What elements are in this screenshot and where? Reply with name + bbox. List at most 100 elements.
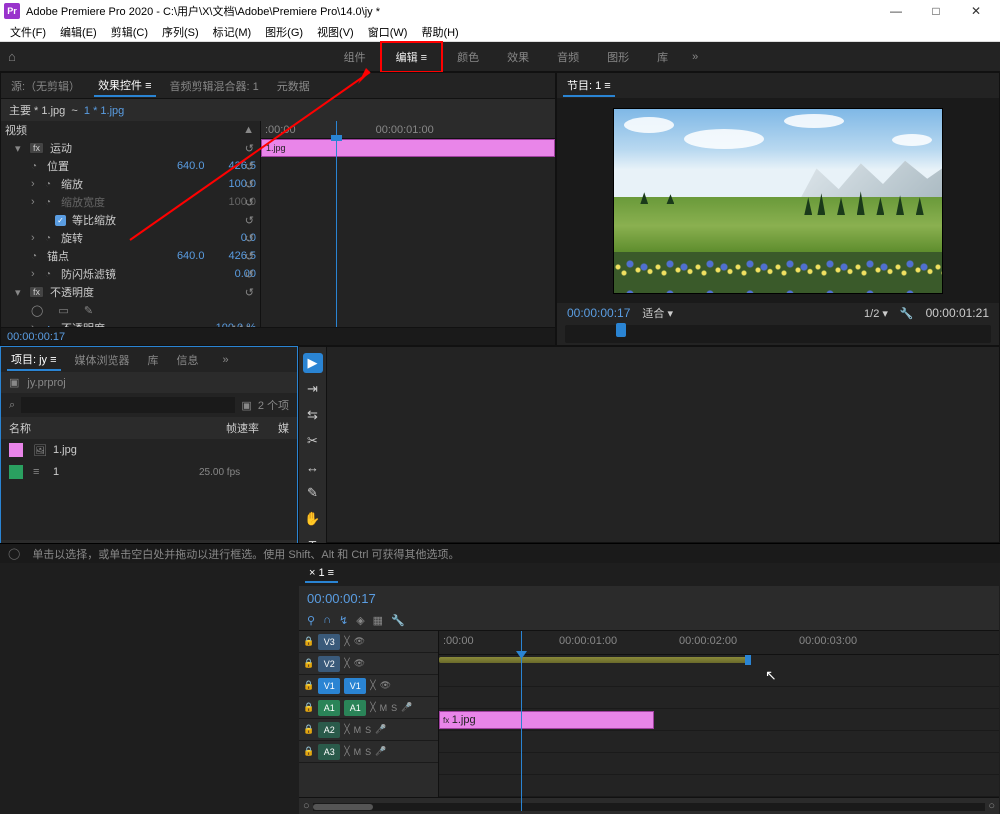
maximize-button[interactable]: □ — [916, 4, 956, 18]
menu-graphics[interactable]: 图形(G) — [261, 24, 307, 40]
hand-tool[interactable]: ✋ — [303, 509, 323, 529]
track-source-v1[interactable]: V1 — [344, 678, 366, 694]
eye-icon[interactable]: 👁 — [380, 680, 391, 691]
tab-sequence[interactable]: × 1 ≡ — [305, 565, 338, 583]
eye-icon[interactable]: 👁 — [354, 636, 365, 647]
magnet-icon[interactable]: ∩ — [323, 614, 331, 626]
timeline-timecode[interactable]: 00:00:00:17 — [307, 591, 376, 606]
lock-icon[interactable]: 🔒 — [303, 680, 314, 691]
zoom-out-icon[interactable]: ○ — [303, 800, 313, 812]
tab-metadata[interactable]: 元数据 — [273, 76, 314, 96]
menu-help[interactable]: 帮助(H) — [417, 24, 462, 40]
track-target-a3[interactable]: A3 — [318, 744, 340, 760]
track-v2-area[interactable] — [439, 687, 999, 709]
search-input[interactable] — [21, 397, 235, 413]
marker-icon[interactable]: ◈ — [356, 614, 364, 627]
col-name[interactable]: 名称 — [9, 420, 169, 436]
menu-view[interactable]: 视图(V) — [313, 24, 358, 40]
effect-timeline[interactable]: :00:0000:00:01:00 1.jpg — [261, 121, 555, 327]
home-icon[interactable]: ⌂ — [8, 49, 16, 64]
program-scrubber[interactable] — [565, 325, 991, 343]
program-scrubber-handle[interactable] — [616, 323, 626, 337]
track-select-tool[interactable]: ⇥ — [303, 379, 323, 399]
menu-file[interactable]: 文件(F) — [6, 24, 50, 40]
reset-icon[interactable]: ↺ — [245, 160, 254, 173]
workspace-tab-editing[interactable]: 编辑 ≡ — [380, 41, 443, 73]
razor-tool[interactable]: ✂ — [303, 431, 323, 451]
minimize-button[interactable]: — — [876, 4, 916, 18]
col-media[interactable]: 媒 — [278, 420, 289, 436]
effect-clip-link[interactable]: 1 * 1.jpg — [84, 105, 124, 117]
workspace-overflow-icon[interactable]: » — [692, 51, 698, 63]
tab-audio-clip-mixer[interactable]: 音频剪辑混合器: 1 — [166, 76, 263, 96]
voice-icon[interactable]: 🎤 — [401, 702, 412, 713]
track-a2-area[interactable] — [439, 753, 999, 775]
workspace-tab-library[interactable]: 库 — [643, 43, 682, 71]
tab-libraries[interactable]: 库 — [144, 350, 163, 370]
sync-lock-icon[interactable]: ╳ — [370, 680, 375, 691]
tab-program[interactable]: 节目: 1 ≡ — [563, 75, 615, 97]
workspace-tab-audio[interactable]: 音频 — [543, 43, 593, 71]
tab-info[interactable]: 信息 — [173, 350, 203, 370]
track-target-v1[interactable]: V1 — [318, 678, 340, 694]
selection-tool[interactable]: ▶ — [303, 353, 323, 373]
track-target-a1[interactable]: A1 — [318, 700, 340, 716]
track-a3-area[interactable] — [439, 775, 999, 797]
anchor-x[interactable]: 640.0 — [177, 250, 205, 262]
col-fps[interactable]: 帧速率 — [169, 420, 259, 436]
pen-mask-icon[interactable]: ✎ — [84, 304, 93, 317]
timeline-playhead[interactable] — [521, 631, 522, 811]
effect-timecode[interactable]: 00:00:00:17 — [7, 331, 65, 343]
workspace-tab-color[interactable]: 颜色 — [443, 43, 493, 71]
bin-icon[interactable]: ▣ — [9, 376, 19, 389]
panel-overflow-icon[interactable]: » — [223, 354, 229, 366]
ellipse-mask-icon[interactable]: ◯ — [31, 304, 43, 317]
track-target-v3[interactable]: V3 — [318, 634, 340, 650]
workspace-tab-effects[interactable]: 效果 — [493, 43, 543, 71]
sync-lock-icon[interactable]: ╳ — [344, 658, 349, 669]
track-source-a1[interactable]: A1 — [344, 700, 366, 716]
menu-sequence[interactable]: 序列(S) — [158, 24, 203, 40]
stopwatch-icon[interactable]: ◔ — [45, 269, 55, 280]
tab-project[interactable]: 项目: jy ≡ — [7, 349, 61, 371]
settings-icon[interactable]: ▦ — [373, 614, 383, 627]
track-target-a2[interactable]: A2 — [318, 722, 340, 738]
program-video-area[interactable] — [557, 98, 999, 303]
reset-icon[interactable]: ↺ — [245, 250, 254, 263]
workspace-tab-graphics[interactable]: 图形 — [593, 43, 643, 71]
position-x[interactable]: 640.0 — [177, 160, 205, 172]
tab-effect-controls[interactable]: 效果控件 ≡ — [94, 75, 155, 97]
menu-mark[interactable]: 标记(M) — [209, 24, 256, 40]
project-item[interactable]: 🖼 1.jpg — [1, 439, 297, 461]
zoom-in-icon[interactable]: ○ — [985, 800, 995, 812]
program-timecode-left[interactable]: 00:00:00:17 — [567, 306, 630, 320]
sync-lock-icon[interactable]: ╳ — [344, 636, 349, 647]
tab-media-browser[interactable]: 媒体浏览器 — [71, 350, 134, 370]
menu-edit[interactable]: 编辑(E) — [56, 24, 101, 40]
lock-icon[interactable]: 🔒 — [303, 702, 314, 713]
program-zoom-select[interactable]: 1/2 ▾ — [864, 307, 888, 320]
ripple-edit-tool[interactable]: ⇆ — [303, 405, 323, 425]
timeline-clip[interactable]: fx 1.jpg — [439, 711, 654, 729]
section-toggle-icon[interactable]: ▲ — [243, 124, 254, 136]
eye-icon[interactable]: 👁 — [354, 658, 365, 669]
tab-source[interactable]: 源:（无剪辑） — [7, 76, 84, 96]
stopwatch-icon[interactable]: ◔ — [45, 323, 55, 328]
menu-window[interactable]: 窗口(W) — [364, 24, 412, 40]
lock-icon[interactable]: 🔒 — [303, 724, 314, 735]
stopwatch-icon[interactable]: ◔ — [31, 251, 41, 262]
lock-icon[interactable]: 🔒 — [303, 636, 314, 647]
menu-clip[interactable]: 剪辑(C) — [107, 24, 152, 40]
close-button[interactable]: ✕ — [956, 4, 996, 18]
track-v3-area[interactable] — [439, 665, 999, 687]
rect-mask-icon[interactable]: ▭ — [58, 304, 68, 317]
lock-icon[interactable]: 🔒 — [303, 658, 314, 669]
fx-icon[interactable]: fx — [29, 286, 44, 298]
stopwatch-icon[interactable]: ◔ — [45, 179, 55, 190]
timeline-area[interactable]: :00:00 00:00:01:00 00:00:02:00 00:00:03:… — [439, 631, 999, 797]
reset-icon[interactable]: ↺ — [245, 268, 254, 281]
program-fit-select[interactable]: 适合 ▾ — [642, 305, 673, 321]
wrench-icon[interactable]: 🔧 — [900, 307, 914, 320]
track-v1-area[interactable]: fx 1.jpg — [439, 709, 999, 731]
caret-icon[interactable]: ▾ — [15, 286, 23, 299]
